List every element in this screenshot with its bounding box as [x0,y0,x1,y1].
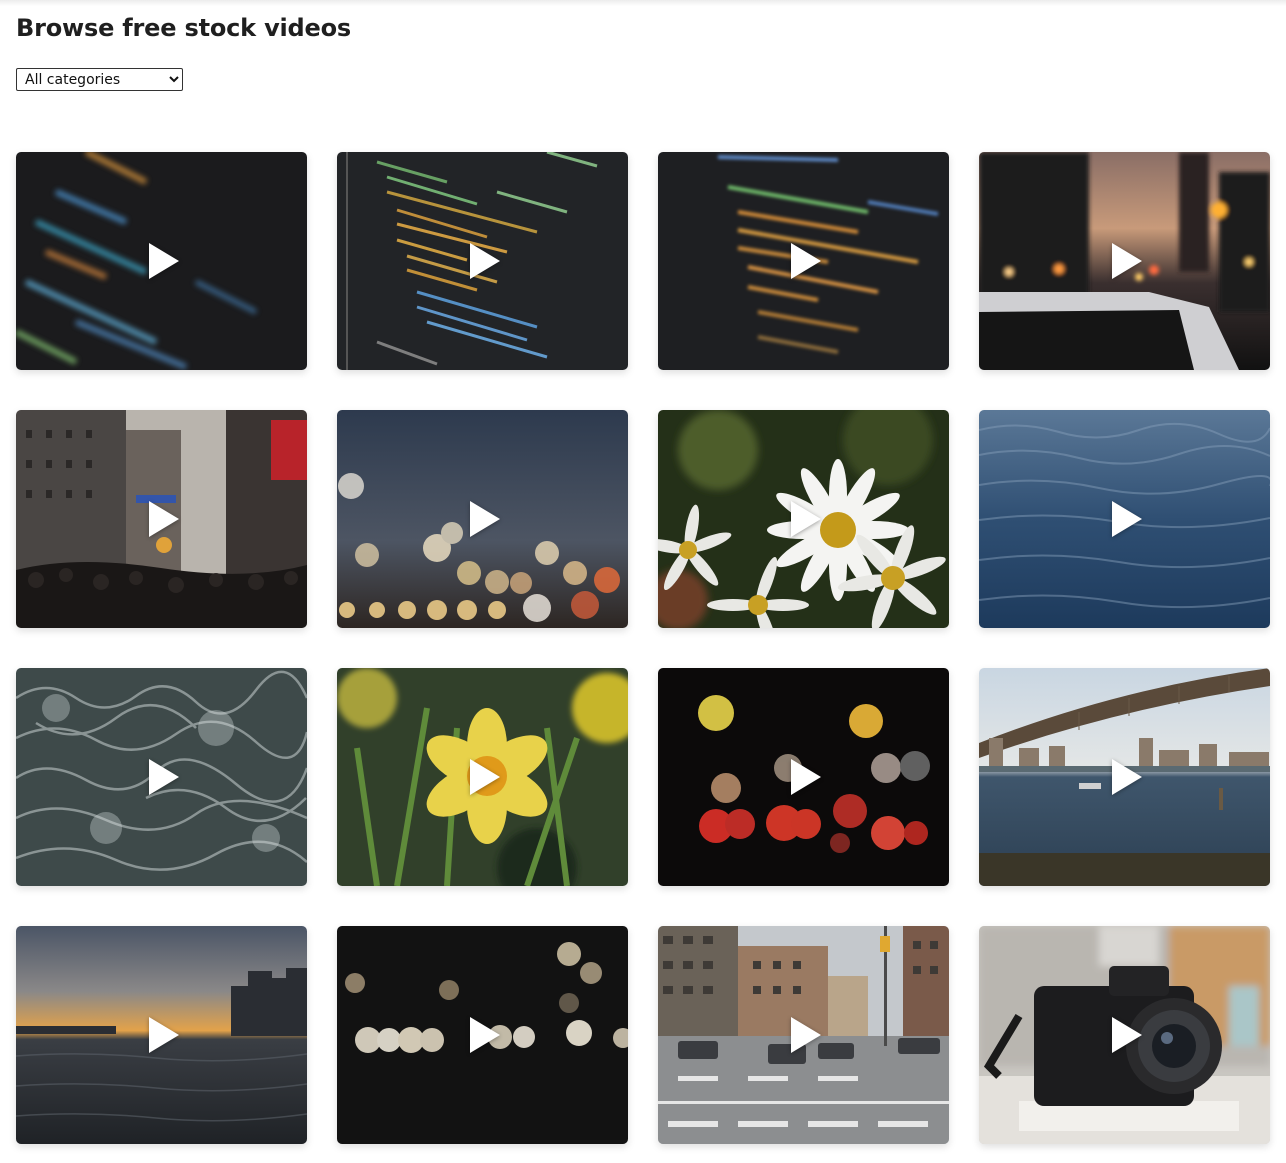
play-icon[interactable] [148,1017,179,1053]
video-card[interactable] [16,152,307,370]
top-shadow [0,0,1286,6]
video-card[interactable] [337,926,628,1144]
video-card[interactable] [658,152,949,370]
video-card[interactable] [658,410,949,628]
video-card[interactable] [16,926,307,1144]
play-icon[interactable] [1111,501,1142,537]
video-card[interactable] [979,152,1270,370]
play-icon[interactable] [1111,1017,1142,1053]
play-icon[interactable] [790,759,821,795]
video-card[interactable] [337,152,628,370]
video-card[interactable] [16,410,307,628]
video-card[interactable] [337,410,628,628]
video-card[interactable] [658,926,949,1144]
play-icon[interactable] [1111,759,1142,795]
play-icon[interactable] [148,501,179,537]
video-card[interactable] [337,668,628,886]
play-icon[interactable] [790,501,821,537]
play-icon[interactable] [469,501,500,537]
play-icon[interactable] [1111,243,1142,279]
play-icon[interactable] [469,759,500,795]
play-icon[interactable] [148,243,179,279]
video-card[interactable] [979,926,1270,1144]
play-icon[interactable] [469,1017,500,1053]
play-icon[interactable] [790,1017,821,1053]
play-icon[interactable] [469,243,500,279]
video-card[interactable] [16,668,307,886]
video-grid [16,152,1270,1144]
video-card[interactable] [979,410,1270,628]
category-select[interactable]: All categories [16,68,183,91]
play-icon[interactable] [790,243,821,279]
play-icon[interactable] [148,759,179,795]
page-title: Browse free stock videos [16,14,351,42]
video-card[interactable] [658,668,949,886]
video-card[interactable] [979,668,1270,886]
